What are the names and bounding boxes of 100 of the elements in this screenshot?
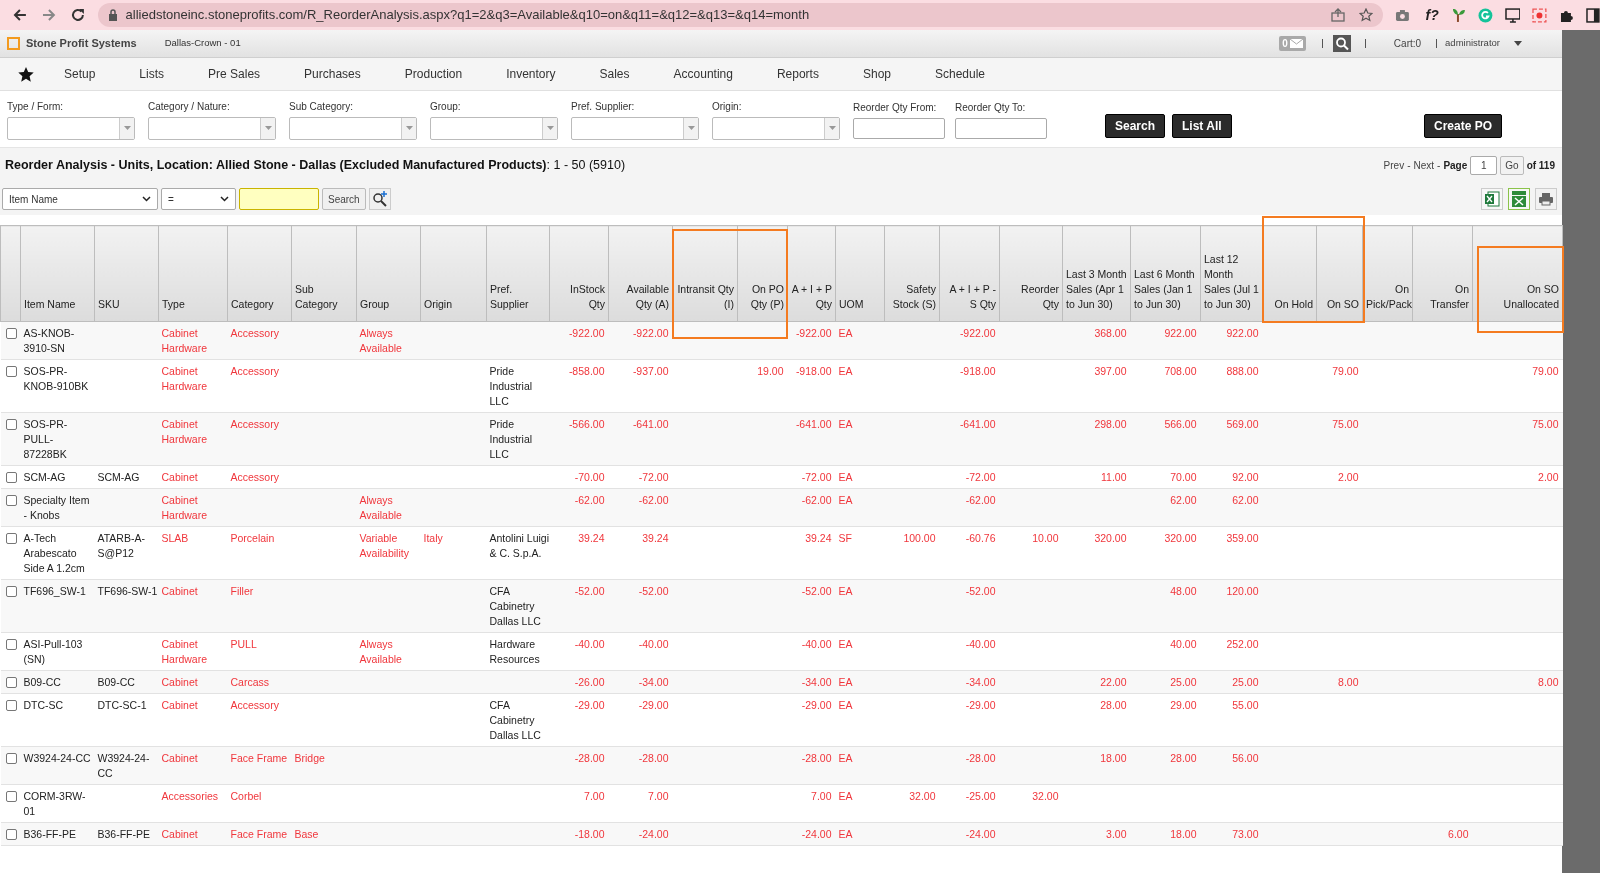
table-cell: EA <box>835 488 885 527</box>
column-header[interactable]: InStock Qty <box>549 225 609 322</box>
page-input[interactable]: 1 <box>1470 156 1498 175</box>
back-icon[interactable] <box>12 7 28 23</box>
table-cell: 320.00 <box>1130 526 1201 580</box>
row-checkbox[interactable] <box>5 533 17 544</box>
record-icon[interactable] <box>1532 7 1548 23</box>
column-header[interactable]: Reorder Qty <box>999 225 1063 322</box>
column-header[interactable]: Intransit Qty (I) <box>672 225 738 322</box>
plant-icon[interactable] <box>1450 7 1466 23</box>
table-cell: 569.00 <box>1200 412 1263 466</box>
prev-link[interactable]: Prev <box>1383 158 1405 173</box>
column-header[interactable]: A + I + P Qty <box>787 225 836 322</box>
row-checkbox[interactable] <box>5 700 17 711</box>
row-checkbox[interactable] <box>5 366 17 377</box>
go-button[interactable]: Go <box>1500 156 1524 175</box>
table-cell: 28.00 <box>1062 693 1131 747</box>
column-header[interactable]: On Hold <box>1262 225 1317 322</box>
nav-item[interactable]: Accounting <box>673 65 733 83</box>
row-checkbox[interactable] <box>5 753 17 764</box>
table-cell: -52.00 <box>549 579 609 633</box>
table-cell: -29.00 <box>608 693 673 747</box>
reload-icon[interactable] <box>69 7 86 23</box>
column-header[interactable]: On SO Unallocated <box>1472 225 1563 322</box>
row-checkbox[interactable] <box>5 639 17 650</box>
row-checkbox[interactable] <box>5 419 17 430</box>
table-cell: Cabinet Hardware <box>158 632 228 671</box>
sidebar-icon[interactable] <box>1586 7 1600 23</box>
cart-link[interactable]: Cart:0 <box>1393 36 1422 51</box>
qty-input[interactable] <box>853 117 945 139</box>
column-header[interactable]: Safety Stock (S) <box>884 225 940 322</box>
column-header[interactable]: Type <box>158 225 228 322</box>
column-header[interactable]: Last 12 Month Sales (Jul 1 to Jun 30) <box>1200 225 1263 322</box>
row-checkbox[interactable] <box>5 791 17 802</box>
share-icon[interactable] <box>1330 8 1345 22</box>
column-header[interactable]: On Pick/Pack <box>1362 225 1413 322</box>
forward-icon[interactable] <box>40 7 57 23</box>
excel-icon[interactable] <box>1481 188 1503 210</box>
next-link[interactable]: Next <box>1413 158 1435 173</box>
table-cell: Carcass <box>227 670 292 694</box>
row-checkbox[interactable] <box>5 586 17 597</box>
column-header[interactable]: Last 3 Month Sales (Apr 1 to Jun 30) <box>1062 225 1131 322</box>
search-dropdown[interactable]: Item Name <box>2 188 158 210</box>
table-cell: 79.00 <box>1472 359 1563 413</box>
nav-item[interactable]: Production <box>404 65 463 83</box>
column-header[interactable]: Pref. Supplier <box>486 225 550 322</box>
nav-item[interactable]: Sales <box>599 65 630 83</box>
table-cell: EA <box>835 670 885 694</box>
nav-item[interactable]: Reports <box>776 65 819 83</box>
advanced-search-button[interactable] <box>368 188 391 210</box>
filter-button[interactable]: List All <box>1172 114 1232 138</box>
table-cell: 7.00 <box>608 784 673 823</box>
column-header[interactable]: On SO <box>1316 225 1363 322</box>
row-checkbox[interactable] <box>5 829 17 840</box>
column-header[interactable]: Item Name <box>20 225 95 322</box>
search-button[interactable]: Search <box>322 188 366 210</box>
address-bar[interactable]: alliedstoneinc.stoneprofits.com/R_ReorderAnalysis.aspx?q1=2&q3=Available&q10=on&q11=&q12=&q13=&q14=month <box>97 3 1383 27</box>
grammar-icon[interactable] <box>1477 7 1493 23</box>
nav-item[interactable]: Pre Sales <box>208 65 261 83</box>
row-checkbox[interactable] <box>5 328 17 339</box>
column-header[interactable]: Group <box>356 225 421 322</box>
row-checkbox[interactable] <box>5 472 17 483</box>
table-cell: Accessory <box>227 359 292 413</box>
caret-icon[interactable] <box>1514 41 1522 46</box>
column-header[interactable]: Category <box>227 225 292 322</box>
csv-icon[interactable] <box>1508 188 1530 210</box>
column-header[interactable]: On Transfer <box>1412 225 1473 322</box>
nav-item[interactable]: Purchases <box>304 65 361 83</box>
caret-icon <box>828 126 836 130</box>
nav-item[interactable]: Shop <box>862 65 891 83</box>
camera-icon[interactable] <box>1394 8 1410 22</box>
search-dropdown[interactable]: = <box>161 188 236 210</box>
table-cell: Always Available <box>356 321 421 360</box>
bookmark-star-icon[interactable] <box>1358 8 1373 22</box>
column-header[interactable]: UOM <box>835 225 885 322</box>
print-icon[interactable] <box>1535 188 1557 210</box>
nav-item[interactable]: Setup <box>64 65 96 83</box>
column-header[interactable]: Origin <box>420 225 487 322</box>
column-header[interactable]: Last 6 Month Sales (Jan 1 to Jun 30) <box>1130 225 1201 322</box>
create-po-button[interactable]: Create PO <box>1423 114 1502 138</box>
user-menu[interactable]: administrator <box>1445 36 1500 51</box>
nav-item[interactable]: Lists <box>139 65 165 83</box>
extension-button[interactable]: f? <box>1425 4 1439 26</box>
column-header[interactable]: Available Qty (A) <box>608 225 673 322</box>
search-icon[interactable] <box>1332 35 1351 52</box>
row-checkbox[interactable] <box>5 495 17 506</box>
column-header[interactable]: SKU <box>94 225 159 322</box>
search-input[interactable] <box>239 188 319 210</box>
table-cell: SOS-PR-PULL-87228BK <box>20 412 95 466</box>
row-checkbox[interactable] <box>5 677 17 688</box>
filter-button[interactable]: Search <box>1105 114 1166 138</box>
column-header[interactable]: A + I + P - S Qty <box>939 225 1000 322</box>
column-header[interactable]: On PO Qty (P) <box>737 225 788 322</box>
star-icon[interactable] <box>18 66 34 82</box>
table-cell: DTC-SC-1 <box>94 693 159 747</box>
qty-input[interactable] <box>955 117 1047 139</box>
monitor-icon[interactable] <box>1504 7 1521 23</box>
column-header[interactable]: Sub Category <box>291 225 357 322</box>
nav-item[interactable]: Schedule <box>935 65 986 83</box>
nav-item[interactable]: Inventory <box>506 65 556 83</box>
